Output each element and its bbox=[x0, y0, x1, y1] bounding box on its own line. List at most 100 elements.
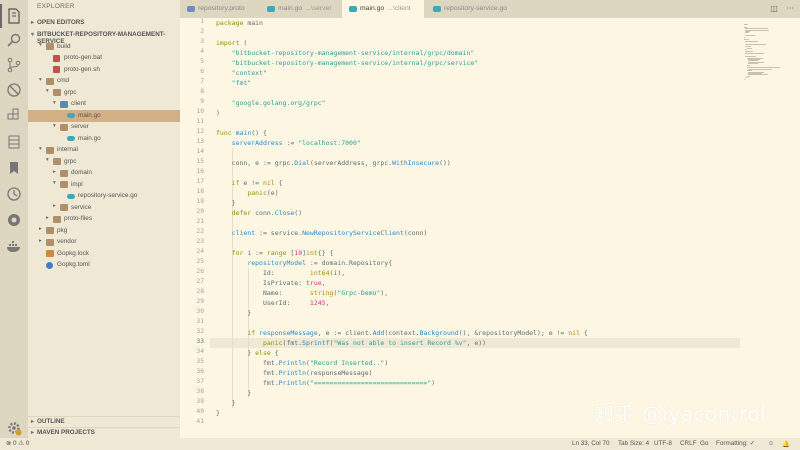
tree-item-label: server bbox=[71, 123, 89, 130]
chevron-down-icon[interactable]: ▾ bbox=[39, 42, 42, 48]
outline-section[interactable]: ▸ OUTLINE bbox=[28, 416, 180, 427]
debug-icon[interactable] bbox=[6, 82, 22, 98]
tree-item[interactable]: main.go bbox=[28, 110, 180, 122]
tree-item[interactable]: ▸ pkg bbox=[28, 225, 180, 237]
line-number: 34 bbox=[196, 348, 204, 355]
editor-tab[interactable]: repository.proto bbox=[180, 0, 258, 18]
file-icon bbox=[46, 250, 54, 257]
line-number: 2 bbox=[200, 28, 204, 35]
chevron-right-icon: ▸ bbox=[31, 419, 35, 425]
project-section[interactable]: ▾ BITBUCKET-REPOSITORY-MANAGEMENT-SERVIC… bbox=[28, 30, 180, 45]
code-line: } bbox=[216, 389, 252, 397]
source-control-icon[interactable] bbox=[6, 57, 22, 73]
minimap-line bbox=[745, 77, 748, 79]
folder-icon bbox=[60, 181, 68, 188]
tree-item[interactable]: repository-service.go bbox=[28, 191, 180, 203]
chevron-down-icon[interactable]: ▾ bbox=[39, 146, 42, 152]
tree-item[interactable]: main.go bbox=[28, 133, 180, 145]
cursor-position[interactable]: Ln 33, Col 70 bbox=[572, 440, 609, 447]
tree-item-label: domain bbox=[71, 169, 92, 176]
tree-item[interactable]: ▸ proto-files bbox=[28, 214, 180, 226]
bookmarks-icon[interactable] bbox=[6, 160, 22, 176]
tree-item[interactable]: proto-gen.sh bbox=[28, 64, 180, 76]
notifications-bell-icon[interactable]: 🔔 bbox=[782, 440, 790, 448]
split-editor-icon[interactable]: ◫ bbox=[770, 4, 778, 13]
tree-item[interactable]: Gopkg.lock bbox=[28, 248, 180, 260]
file-icon bbox=[53, 54, 60, 62]
line-number: 24 bbox=[196, 248, 204, 255]
tree-item[interactable]: ▸ vendor bbox=[28, 237, 180, 249]
line-number: 26 bbox=[196, 268, 204, 275]
problems-indicator[interactable]: ⊗ 0 ⚠ 0 bbox=[6, 440, 29, 447]
kubernetes-icon[interactable] bbox=[6, 212, 22, 228]
minimap[interactable] bbox=[740, 18, 800, 80]
line-number: 15 bbox=[196, 158, 204, 165]
tab-size[interactable]: Tab Size: 4 bbox=[618, 440, 649, 447]
tree-item[interactable]: ▾ server bbox=[28, 122, 180, 134]
tree-item[interactable]: ▾ grpc bbox=[28, 156, 180, 168]
tree-item-label: main.go bbox=[78, 134, 101, 142]
line-number: 40 bbox=[196, 408, 204, 415]
code-editor[interactable]: 1 2 3 4 5 6 7 8 9 10 11 12 13 14 15 16 17 18 19 20 21 22 23 24 2… bbox=[180, 18, 740, 438]
tree-item[interactable]: ▾ build bbox=[28, 41, 180, 53]
folder-icon bbox=[53, 158, 61, 165]
explorer-icon[interactable] bbox=[0, 4, 22, 28]
editor-tabs: repository.proto main.go ...\server main.go… bbox=[180, 0, 800, 18]
feedback-icon[interactable]: ☺ bbox=[768, 440, 774, 447]
chevron-down-icon[interactable]: ▾ bbox=[53, 123, 56, 129]
tab-label: repository.proto bbox=[198, 5, 245, 12]
editor-tab[interactable]: main.go ...\server bbox=[260, 0, 340, 18]
tree-item[interactable]: ▸ service bbox=[28, 202, 180, 214]
encoding[interactable]: UTF-8 bbox=[654, 440, 672, 447]
code-line: repositoryModel := domain.Repository{ bbox=[247, 259, 393, 267]
code-line: for i := range [10]int{} { bbox=[231, 249, 334, 257]
minimap-line bbox=[745, 43, 767, 45]
code-line: "bitbucket-repository-management-service… bbox=[231, 49, 475, 57]
search-icon[interactable] bbox=[6, 32, 22, 48]
file-icon bbox=[67, 193, 75, 199]
git-history-icon[interactable] bbox=[6, 186, 22, 202]
chevron-down-icon[interactable]: ▾ bbox=[46, 88, 49, 94]
tree-item[interactable]: Gopkg.toml bbox=[28, 260, 180, 272]
maven-projects-section[interactable]: ▸ MAVEN PROJECTS bbox=[28, 427, 180, 438]
chevron-down-icon[interactable]: ▾ bbox=[53, 100, 56, 106]
chevron-right-icon[interactable]: ▸ bbox=[39, 226, 42, 232]
line-number: 27 bbox=[196, 278, 204, 285]
more-actions-icon[interactable]: ··· bbox=[786, 4, 794, 13]
line-number: 25 bbox=[196, 258, 204, 265]
tree-item[interactable]: ▾ impl bbox=[28, 179, 180, 191]
docker-icon[interactable] bbox=[6, 238, 22, 254]
tree-item[interactable]: ▾ internal bbox=[28, 145, 180, 157]
chevron-right-icon[interactable]: ▸ bbox=[53, 203, 56, 209]
chevron-down-icon[interactable]: ▾ bbox=[46, 157, 49, 163]
tree-item[interactable]: ▾ client bbox=[28, 99, 180, 111]
chevron-right-icon[interactable]: ▸ bbox=[53, 169, 56, 175]
language-mode[interactable]: Go bbox=[700, 440, 708, 447]
database-icon[interactable] bbox=[6, 134, 22, 150]
chevron-down-icon[interactable]: ▾ bbox=[53, 180, 56, 186]
folder-icon bbox=[53, 215, 61, 223]
explorer-sidebar: EXPLORER ▸ OPEN EDITORS ▾ BITBUCKET-REPO… bbox=[28, 0, 180, 438]
tree-item[interactable]: ▾ cmd bbox=[28, 76, 180, 88]
vertical-scrollbar[interactable] bbox=[794, 18, 800, 438]
line-endings[interactable]: CRLF bbox=[680, 440, 696, 447]
tree-item[interactable]: ▾ grpc bbox=[28, 87, 180, 99]
tree-item-label: proto-files bbox=[64, 215, 93, 222]
minimap-line bbox=[745, 50, 754, 52]
minimap-line bbox=[745, 53, 765, 55]
line-number: 10 bbox=[196, 108, 204, 115]
chevron-right-icon[interactable]: ▸ bbox=[46, 215, 49, 221]
tree-item-label: cmd bbox=[57, 77, 70, 84]
line-number: 21 bbox=[196, 218, 204, 225]
extensions-icon[interactable] bbox=[6, 108, 22, 124]
chevron-right-icon[interactable]: ▸ bbox=[39, 238, 42, 244]
folder-icon bbox=[46, 77, 54, 85]
editor-tab[interactable]: main.go ...\client bbox=[342, 0, 424, 18]
tree-item[interactable]: proto-gen.bat bbox=[28, 53, 180, 65]
chevron-down-icon[interactable]: ▾ bbox=[39, 77, 42, 83]
open-editors-section[interactable]: ▸ OPEN EDITORS bbox=[28, 18, 180, 29]
formatting-status[interactable]: Formatting: ✓ bbox=[716, 440, 755, 447]
tree-item[interactable]: ▸ domain bbox=[28, 168, 180, 180]
editor-tab[interactable]: repository-service.go bbox=[426, 0, 524, 18]
settings-gear-icon[interactable] bbox=[6, 420, 22, 436]
